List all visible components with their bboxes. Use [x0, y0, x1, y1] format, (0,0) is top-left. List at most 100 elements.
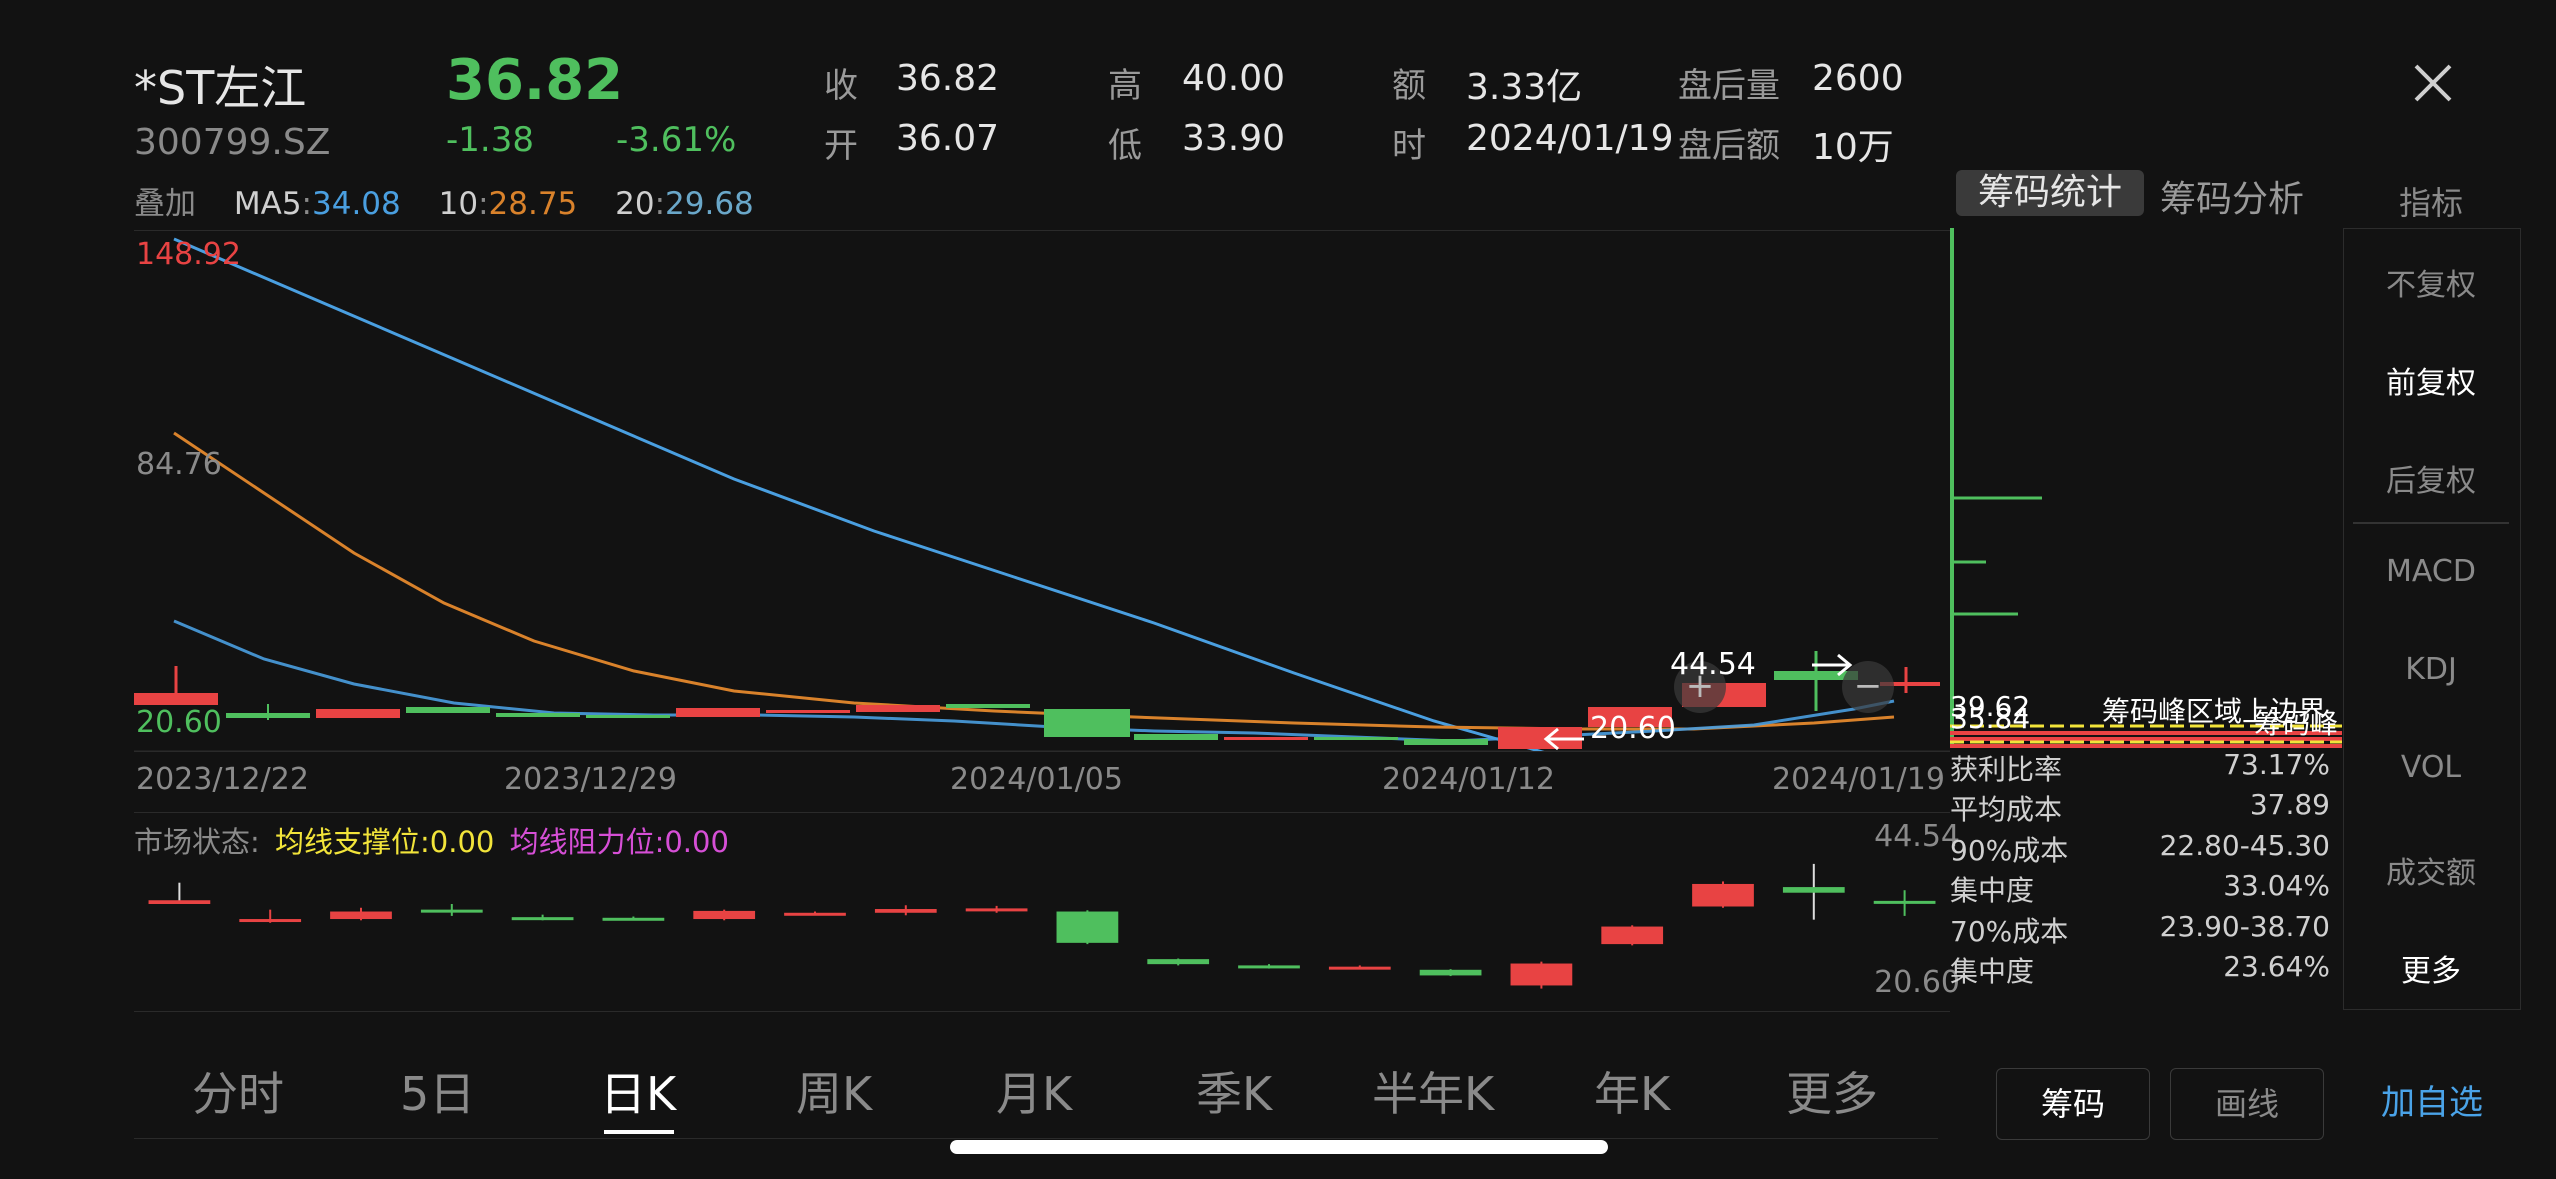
sub-candle: [511, 914, 574, 921]
side-panel: [2343, 228, 2521, 1010]
price-change-pct: -3.61%: [616, 120, 737, 160]
field-label-after-volume: 盘后量: [1678, 66, 1780, 106]
ma20-sep: :: [654, 186, 666, 222]
field-value-low: 33.90: [1182, 118, 1286, 159]
candle: [226, 704, 310, 720]
side-item-vol[interactable]: VOL: [2343, 750, 2519, 785]
field-label-close: 收: [824, 66, 858, 106]
side-item-forward-adjust[interactable]: 前复权: [2343, 358, 2519, 402]
candle: [134, 666, 218, 705]
sub-candle: [874, 905, 937, 916]
tabs-divider: [134, 1138, 1938, 1139]
stat-cost-70: 70%成本 23.90-38.70: [1950, 910, 2330, 948]
sub-candle: [1419, 969, 1482, 977]
side-item-macd[interactable]: MACD: [2343, 554, 2519, 589]
field-value-after-volume: 2600: [1812, 58, 1904, 99]
x-tick: 2023/12/29: [504, 762, 677, 797]
sub-candle: [420, 904, 483, 916]
sub-candle: [330, 907, 392, 921]
market-status: 市场状态: 均线支撑位:0.00 均线阻力位:0.00: [134, 819, 729, 861]
sub-candle: [693, 909, 756, 921]
ma10-line: [173, 431, 1895, 731]
low-marker-label: 20.60: [1590, 711, 1676, 746]
field-value-time: 2024/01/19: [1466, 118, 1674, 159]
field-label-time: 时: [1392, 126, 1426, 166]
home-indicator: [950, 1140, 1608, 1154]
tab-weekly[interactable]: 周K: [796, 1058, 872, 1124]
chips-price-b: 35.84: [1950, 702, 2031, 735]
candle: [316, 709, 400, 718]
ma10-label: 10: [438, 186, 479, 222]
chips-peak: 筹码峰: [2254, 707, 2339, 740]
sub-candle: [239, 909, 302, 923]
tab-quarterly[interactable]: 季K: [1196, 1058, 1272, 1124]
kline-chart[interactable]: + − 148.92 84.76 20.60 44.54 20.60: [134, 230, 1950, 818]
draw-line-button[interactable]: 画线: [2170, 1068, 2324, 1140]
side-item-kdj[interactable]: KDJ: [2343, 652, 2519, 687]
sub-candle: [148, 882, 211, 905]
field-label-amount: 额: [1392, 66, 1426, 106]
sub-candle: [965, 905, 1028, 913]
close-icon[interactable]: [2408, 58, 2458, 108]
x-tick: 2024/01/12: [1382, 762, 1555, 797]
stat-average-cost: 平均成本 37.89: [1950, 788, 2330, 826]
zoom-out-button[interactable]: −: [1842, 661, 1894, 713]
candle: [406, 707, 490, 713]
ma10-sep: :: [478, 186, 489, 222]
tab-more[interactable]: 更多: [1786, 1058, 1878, 1124]
chips-button[interactable]: 筹码: [1996, 1068, 2150, 1140]
high-marker-label: 44.54: [1670, 647, 1756, 682]
stock-code: 300799.SZ: [134, 122, 331, 163]
indicator-title[interactable]: 指标: [2343, 178, 2519, 224]
x-tick: 2024/01/05: [950, 762, 1123, 797]
chips-distribution: 39.62 35.84 筹码峰区域上边界 筹码峰: [1950, 228, 2342, 748]
side-divider: [2353, 522, 2509, 524]
side-item-backward-adjust[interactable]: 后复权: [2343, 456, 2519, 500]
price-max-label: 148.92: [136, 237, 241, 272]
overlay-label[interactable]: 叠加: [134, 186, 196, 222]
field-label-open: 开: [824, 126, 858, 166]
sub-chart[interactable]: 市场状态: 均线支撑位:0.00 均线阻力位:0.00 44.54 20.60: [134, 812, 1960, 1012]
sub-candle: [1147, 958, 1210, 966]
side-item-no-adjust[interactable]: 不复权: [2343, 260, 2519, 304]
candle: [1134, 734, 1218, 740]
sub-candle: [784, 911, 846, 916]
candle: [676, 708, 760, 717]
support-level: 均线支撑位:0.00: [275, 825, 495, 859]
ma5-sep: :: [301, 186, 312, 222]
price-change: -1.38: [446, 120, 534, 160]
candle: [1044, 709, 1130, 737]
tab-intraday[interactable]: 分时: [192, 1058, 284, 1124]
price-mid-label: 84.76: [136, 447, 222, 482]
sub-candle: [1238, 964, 1300, 969]
candle: [946, 704, 1030, 708]
sub-candle: [1328, 965, 1391, 970]
x-tick: 2023/12/22: [136, 762, 309, 797]
side-item-more[interactable]: 更多: [2343, 946, 2519, 990]
field-label-low: 低: [1108, 126, 1142, 166]
tab-half-year[interactable]: 半年K: [1372, 1058, 1494, 1124]
candle: [586, 715, 670, 718]
candle: [1404, 739, 1488, 745]
chips-tab-stats[interactable]: 筹码统计: [1956, 170, 2144, 216]
stock-name: *ST左江: [134, 61, 307, 115]
add-watchlist-button[interactable]: 加自选: [2344, 1068, 2520, 1138]
tab-yearly[interactable]: 年K: [1594, 1058, 1670, 1124]
current-price: 36.82: [446, 48, 624, 113]
field-value-amount: 3.33亿: [1466, 67, 1583, 108]
ma20-line: [173, 237, 1895, 818]
candle: [1224, 737, 1308, 740]
sub-axis-min: 20.60: [1874, 965, 1960, 1000]
tab-monthly[interactable]: 月K: [996, 1058, 1072, 1124]
candle: [766, 710, 850, 713]
tab-5day[interactable]: 5日: [400, 1058, 475, 1124]
tab-daily[interactable]: 日K: [600, 1058, 676, 1124]
chips-tab-analysis[interactable]: 筹码分析: [2160, 170, 2304, 222]
svg-text:−: −: [1854, 666, 1883, 706]
side-item-turnover[interactable]: 成交额: [2343, 848, 2519, 892]
market-status-label: 市场状态:: [134, 825, 260, 859]
sub-candle: [1056, 910, 1119, 945]
x-tick: 2024/01/19: [1772, 762, 1945, 797]
field-value-open: 36.07: [896, 118, 1000, 159]
sub-candle: [1510, 961, 1573, 989]
